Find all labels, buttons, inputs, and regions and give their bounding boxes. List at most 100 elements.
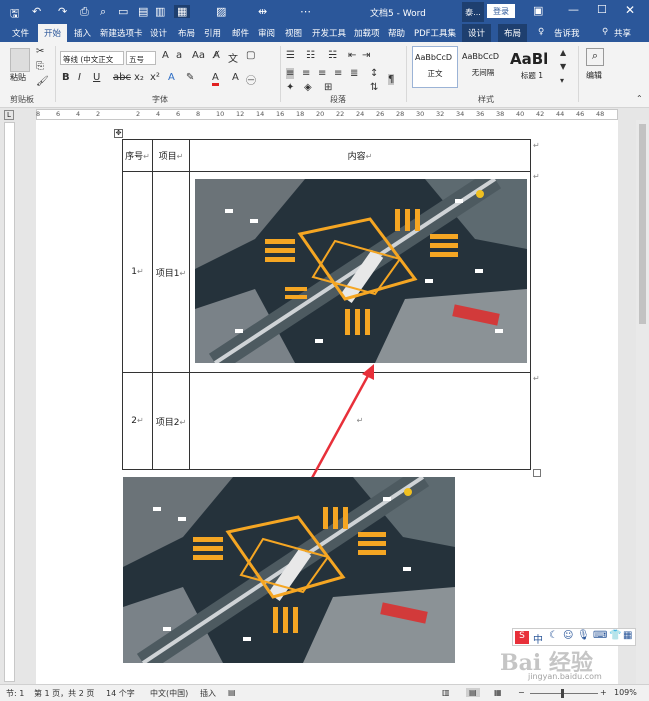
vertical-scrollbar[interactable] xyxy=(636,120,649,684)
moon-icon[interactable]: ☾ xyxy=(549,630,558,641)
tab-references[interactable]: 引用 xyxy=(204,27,221,39)
styles-scroll-up-icon[interactable]: ▲ xyxy=(560,48,566,57)
login-button[interactable]: 登录 xyxy=(487,4,515,18)
more-icon[interactable]: ⋯ xyxy=(300,5,311,18)
distributed-icon[interactable]: ≣ xyxy=(350,68,358,79)
web-layout-icon[interactable]: ▦ xyxy=(494,688,502,697)
style-heading1[interactable]: AaBl 标题 1 xyxy=(508,46,556,88)
emoji-icon[interactable]: ☺ xyxy=(563,630,573,641)
skin-icon[interactable]: 👕 xyxy=(609,630,621,641)
table-move-handle-icon[interactable]: ✥ xyxy=(114,129,123,138)
redo-icon[interactable]: ↷ xyxy=(58,5,67,18)
scroll-thumb[interactable] xyxy=(639,124,646,324)
zoom-level[interactable]: 109% xyxy=(614,688,637,697)
format-icon[interactable]: ▥ xyxy=(155,5,165,18)
paste-icon[interactable] xyxy=(10,48,30,72)
show-marks-icon[interactable]: ¶ xyxy=(388,74,395,85)
font-name-select[interactable]: 等线 (中文正文 xyxy=(60,51,124,65)
width-icon[interactable]: ⇹ xyxy=(258,5,267,18)
format-painter-icon[interactable]: 🖌 xyxy=(36,76,49,87)
tab-table-design[interactable]: 设计 xyxy=(462,24,492,42)
italic-icon[interactable]: I xyxy=(78,72,81,83)
shading-icon[interactable]: A xyxy=(232,72,239,83)
enclose-icon[interactable]: ㊀ xyxy=(246,72,256,87)
language[interactable]: 中文(中国) xyxy=(150,688,188,699)
edit-label[interactable]: 编辑 xyxy=(586,70,602,81)
intersection-photo[interactable] xyxy=(195,179,527,363)
tab-help[interactable]: 帮助 xyxy=(388,27,405,39)
toolbox-icon[interactable]: ▦ xyxy=(623,630,632,641)
shrink-font-icon[interactable]: a xyxy=(176,50,182,61)
zoom-slider[interactable] xyxy=(530,693,598,694)
insert-mode[interactable]: 插入 xyxy=(200,688,216,699)
section-indicator[interactable]: 节: 1 xyxy=(6,688,24,699)
minimize-icon[interactable]: — xyxy=(568,3,579,16)
header-cell-no[interactable]: 序号↵ xyxy=(122,139,153,172)
keyboard-icon[interactable]: ⌨ xyxy=(593,630,607,641)
cell-no-2[interactable]: 2↵ xyxy=(122,372,153,470)
tell-me[interactable]: 告诉我 xyxy=(554,27,580,39)
style-no-spacing[interactable]: AaBbCcD 无间隔 xyxy=(460,46,506,88)
header-cell-item[interactable]: 项目↵ xyxy=(152,139,190,172)
case-icon[interactable]: Aa xyxy=(192,50,205,61)
strikethrough-icon[interactable]: abc xyxy=(113,72,131,83)
superscript-icon[interactable]: x² xyxy=(150,72,160,83)
tab-new[interactable]: 新建选项卡 xyxy=(100,27,143,39)
tab-mailings[interactable]: 邮件 xyxy=(232,27,249,39)
cell-no-1[interactable]: 1↵ xyxy=(122,171,153,373)
chinese-layout-icon[interactable]: ✦ xyxy=(286,82,294,93)
read-mode-icon[interactable]: ▦ xyxy=(174,5,191,18)
maximize-icon[interactable]: ☐ xyxy=(597,3,607,16)
tab-pdf[interactable]: PDF工具集 xyxy=(414,27,456,39)
numbering-icon[interactable]: ☷ xyxy=(306,50,315,61)
page-indicator[interactable]: 第 1 页，共 2 页 xyxy=(34,688,94,699)
styles-scroll-down-icon[interactable]: ▼ xyxy=(560,62,566,71)
highlight-icon[interactable]: ✎ xyxy=(186,72,194,83)
save-icon[interactable]: 🖫 xyxy=(10,5,19,24)
ime-mode[interactable]: 中 xyxy=(533,631,543,646)
macro-icon[interactable]: ▤ xyxy=(228,688,236,697)
layout-icon[interactable]: ▨ xyxy=(216,5,226,18)
undo-icon[interactable]: ↶ xyxy=(32,5,41,18)
copy-icon[interactable]: ⎘ xyxy=(36,61,44,72)
table-resize-handle[interactable] xyxy=(533,469,541,477)
decrease-indent-icon[interactable]: ⇤ xyxy=(348,50,356,61)
fill-icon[interactable]: ◈ xyxy=(304,82,312,93)
char-border-icon[interactable]: ▢ xyxy=(246,50,255,61)
new-doc-icon[interactable]: ▤ xyxy=(138,5,148,18)
tab-addins[interactable]: 加载项 xyxy=(354,27,380,39)
tab-view[interactable]: 视图 xyxy=(285,27,302,39)
zoom-out-icon[interactable]: − xyxy=(518,688,525,697)
bullets-icon[interactable]: ☰ xyxy=(286,50,295,61)
loose-photo[interactable] xyxy=(123,477,455,663)
close-icon[interactable]: ✕ xyxy=(625,3,635,17)
vertical-ruler[interactable] xyxy=(4,122,15,682)
paste-label[interactable]: 粘贴 xyxy=(10,72,26,83)
clear-format-icon[interactable]: A̸ xyxy=(213,50,220,61)
align-right-icon[interactable]: ≡ xyxy=(318,68,326,79)
cell-item-2[interactable]: 项目2↵ xyxy=(152,372,190,470)
search-icon[interactable]: ⌕ xyxy=(100,5,106,19)
cell-item-1[interactable]: 项目1↵ xyxy=(152,171,190,373)
multilevel-icon[interactable]: ☵ xyxy=(328,50,337,61)
tab-insert[interactable]: 插入 xyxy=(74,27,91,39)
grow-font-icon[interactable]: A xyxy=(162,50,169,61)
justify-icon[interactable]: ≡ xyxy=(334,68,342,79)
underline-icon[interactable]: U xyxy=(93,72,100,83)
align-left-icon[interactable]: ≡ xyxy=(286,68,295,79)
text-effect-icon[interactable]: A xyxy=(168,72,175,83)
read-view-icon[interactable]: ▥ xyxy=(442,688,450,697)
tab-design[interactable]: 设计 xyxy=(150,27,167,39)
styles-more-icon[interactable]: ▾ xyxy=(560,76,564,85)
zoom-in-icon[interactable]: + xyxy=(600,688,607,697)
bold-icon[interactable]: B xyxy=(62,72,70,83)
tab-file[interactable]: 文件 xyxy=(12,27,29,39)
font-size-select[interactable]: 五号 xyxy=(126,51,156,65)
mic-icon[interactable]: 🎙 xyxy=(577,630,590,641)
align-center-icon[interactable]: ≡ xyxy=(302,68,310,79)
tab-layout[interactable]: 布局 xyxy=(178,27,195,39)
ime-toolbar[interactable]: S 中 ☾ ☺ 🎙 ⌨ 👕 ▦ xyxy=(512,628,636,646)
share-button[interactable]: 共享 xyxy=(614,27,631,39)
ribbon-display-icon[interactable]: ▣ xyxy=(533,4,543,17)
font-color-icon[interactable]: A xyxy=(212,72,219,86)
